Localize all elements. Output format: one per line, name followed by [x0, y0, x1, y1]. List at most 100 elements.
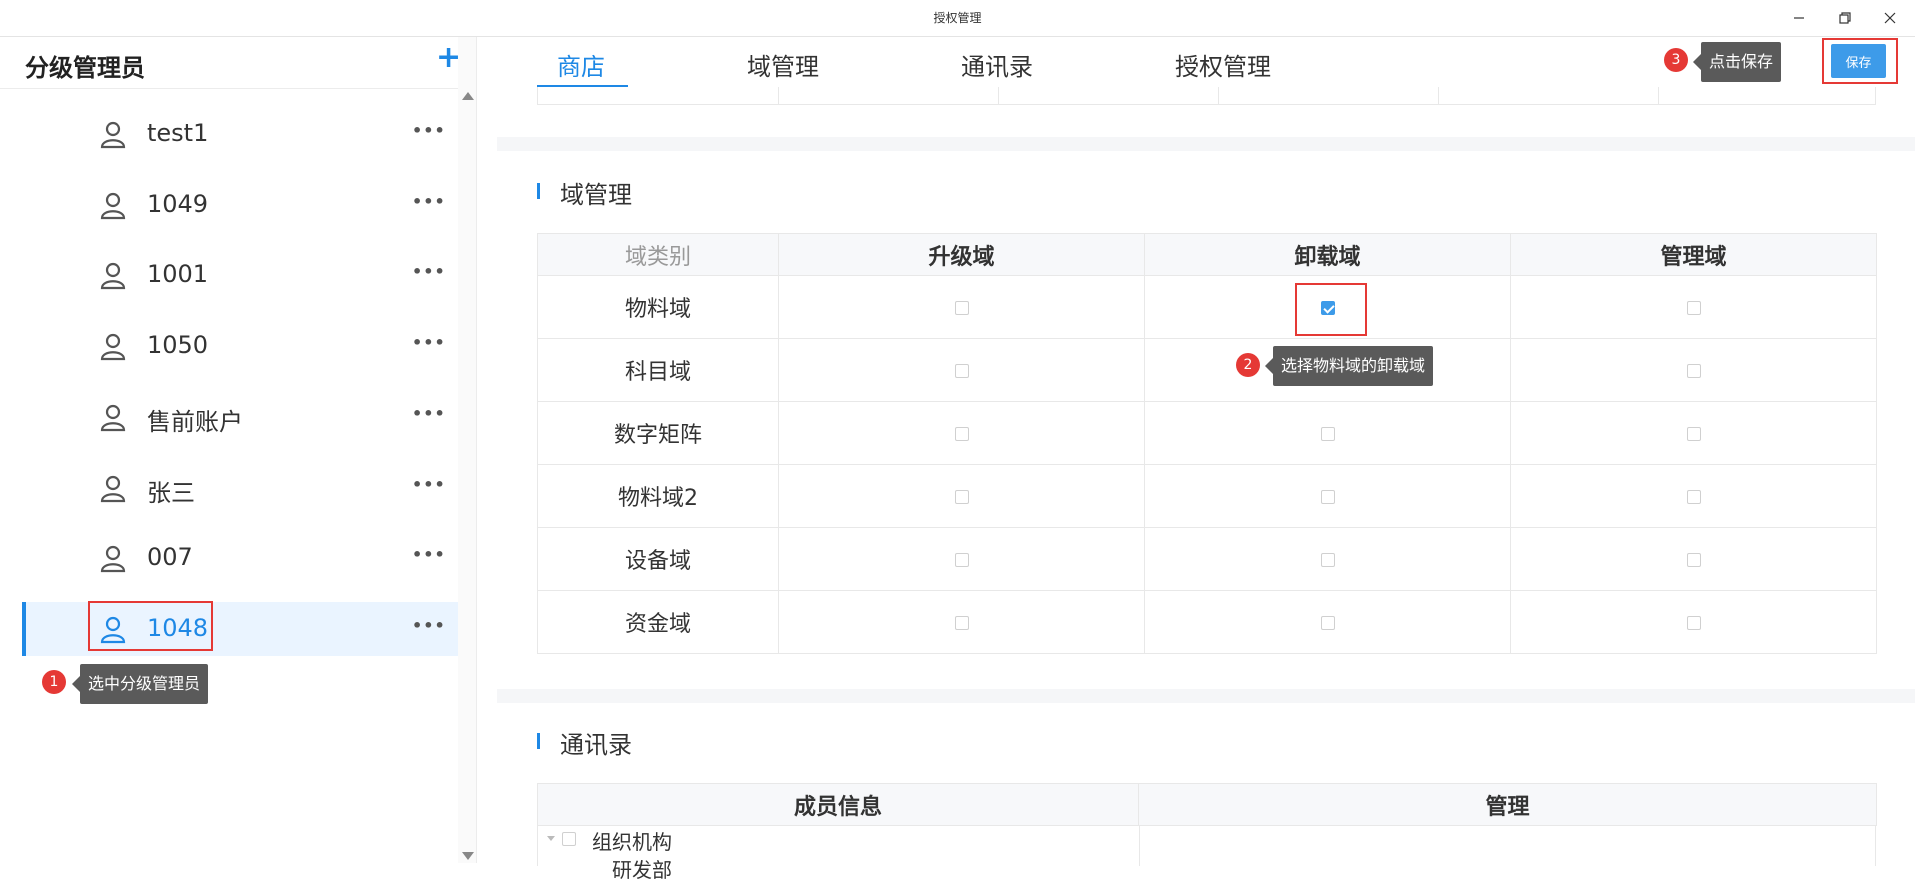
tree-node-rd[interactable]: 研发部 [612, 854, 672, 883]
more-options-icon[interactable]: ••• [412, 616, 446, 635]
permission-checkbox[interactable] [1686, 552, 1701, 567]
user-icon [98, 190, 128, 220]
sidebar-title: 分级管理员 [25, 54, 145, 82]
admin-name: 售前账户 [147, 407, 243, 436]
domain-permission-cell [1144, 464, 1511, 528]
annotation-tooltip-2: 选择物料域的卸载域 [1264, 346, 1434, 386]
tree-node-org[interactable]: 组织机构 [592, 826, 672, 855]
domain-permission-cell [1510, 338, 1877, 402]
more-options-icon[interactable]: ••• [412, 262, 446, 281]
scroll-down-arrow-icon[interactable] [462, 852, 474, 860]
more-options-icon[interactable]: ••• [412, 475, 446, 494]
more-options-icon[interactable]: ••• [412, 404, 446, 423]
permission-checkbox[interactable] [1686, 300, 1701, 315]
user-icon [98, 260, 128, 290]
admin-list-item[interactable]: 1001 ••• [22, 248, 458, 302]
admin-list-item[interactable]: 售前账户 ••• [22, 390, 458, 444]
permission-checkbox[interactable] [1320, 615, 1335, 630]
admin-name: test1 [147, 119, 209, 147]
domain-row: 物料域2 [537, 464, 1877, 528]
more-options-icon[interactable]: ••• [412, 121, 446, 140]
annotation-badge-1: 1 [42, 670, 66, 694]
domain-row: 物料域 [537, 275, 1877, 339]
minimize-button[interactable] [1786, 6, 1812, 30]
permission-checkbox[interactable] [1686, 489, 1701, 504]
permission-checkbox[interactable] [954, 300, 969, 315]
permission-checkbox[interactable] [954, 615, 969, 630]
sidebar-divider [476, 37, 477, 863]
domain-permission-cell [778, 590, 1145, 654]
minimize-icon [1794, 17, 1804, 19]
domain-type-cell: 物料域2 [537, 464, 779, 528]
domain-section-panel: 域管理 域类别 升级域 卸载域 管理域 物料域 科目域 数字矩阵 物料域2 设备域 资金域 [497, 151, 1915, 689]
restore-icon [1839, 12, 1851, 24]
scroll-up-arrow-icon[interactable] [462, 92, 474, 100]
permission-checkbox[interactable] [1320, 552, 1335, 567]
tree-expand-icon[interactable] [547, 836, 555, 841]
admin-name: 1049 [147, 189, 209, 218]
col-header-manage-domain: 管理域 [1510, 233, 1877, 276]
admin-list-item[interactable]: 007 ••• [22, 531, 458, 585]
col-header-upgrade-domain: 升级域 [778, 233, 1145, 276]
user-icon [98, 402, 128, 432]
permission-checkbox[interactable] [1320, 489, 1335, 504]
domain-permission-cell [1510, 464, 1877, 528]
domain-permission-cell [1144, 401, 1511, 465]
window-titlebar: 授权管理 [0, 0, 1915, 37]
restore-button[interactable] [1832, 6, 1858, 30]
admin-list-item[interactable]: test1 ••• [22, 107, 458, 161]
permission-checkbox[interactable] [1686, 426, 1701, 441]
domain-type-cell: 资金域 [537, 590, 779, 654]
domain-type-cell: 数字矩阵 [537, 401, 779, 465]
domain-row: 资金域 [537, 590, 1877, 654]
admin-list-item[interactable]: 1050 ••• [22, 319, 458, 373]
highlight-box-save [1822, 38, 1898, 84]
active-tab-indicator [537, 85, 628, 87]
permission-checkbox[interactable] [954, 363, 969, 378]
admin-list-item[interactable]: 1049 ••• [22, 178, 458, 232]
domain-row: 科目域 [537, 338, 1877, 402]
col-header-uninstall-domain: 卸载域 [1144, 233, 1511, 276]
admin-name: 007 [147, 543, 193, 572]
admin-name: 1001 [147, 260, 209, 289]
tab-authorization-management[interactable]: 授权管理 [1175, 47, 1271, 82]
sidebar-scrollbar[interactable] [458, 37, 476, 863]
close-button[interactable] [1877, 6, 1903, 30]
domain-type-cell: 设备域 [537, 527, 779, 591]
domain-row: 设备域 [537, 527, 1877, 591]
contacts-tree-area: 组织机构 研发部 [537, 826, 1876, 882]
user-icon [98, 473, 128, 503]
domain-permission-cell [778, 464, 1145, 528]
admin-list-item[interactable]: 张三 ••• [22, 461, 458, 515]
domain-permission-cell [778, 527, 1145, 591]
domain-row: 数字矩阵 [537, 401, 1877, 465]
contacts-section-title: 通讯录 [560, 731, 632, 759]
permission-checkbox[interactable] [1686, 615, 1701, 630]
domain-type-cell: 物料域 [537, 275, 779, 339]
domain-permission-cell [1510, 590, 1877, 654]
tab-contacts[interactable]: 通讯录 [961, 47, 1033, 82]
domain-type-cell: 科目域 [537, 338, 779, 402]
annotation-badge-3: 3 [1664, 48, 1688, 72]
domain-permission-cell [1510, 401, 1877, 465]
col-header-domain-type: 域类别 [537, 233, 779, 276]
domain-section-title: 域管理 [560, 181, 632, 209]
tree-checkbox-org[interactable] [562, 832, 576, 846]
domain-permission-cell [1510, 275, 1877, 339]
permission-checkbox[interactable] [1320, 426, 1335, 441]
more-options-icon[interactable]: ••• [412, 545, 446, 564]
permission-checkbox[interactable] [954, 489, 969, 504]
sidebar-header: 分级管理员 + [0, 37, 470, 89]
annotation-tooltip-1: 选中分级管理员 [71, 664, 209, 704]
permission-checkbox[interactable] [954, 426, 969, 441]
more-options-icon[interactable]: ••• [412, 192, 446, 211]
domain-permission-cell [778, 401, 1145, 465]
permission-checkbox[interactable] [954, 552, 969, 567]
window-title: 授权管理 [933, 11, 982, 25]
more-options-icon[interactable]: ••• [412, 333, 446, 352]
annotation-badge-2: 2 [1236, 353, 1260, 377]
permission-checkbox[interactable] [1686, 363, 1701, 378]
tab-domain-management[interactable]: 域管理 [747, 47, 819, 82]
user-icon [98, 543, 128, 573]
tab-store[interactable]: 商店 [557, 47, 605, 82]
